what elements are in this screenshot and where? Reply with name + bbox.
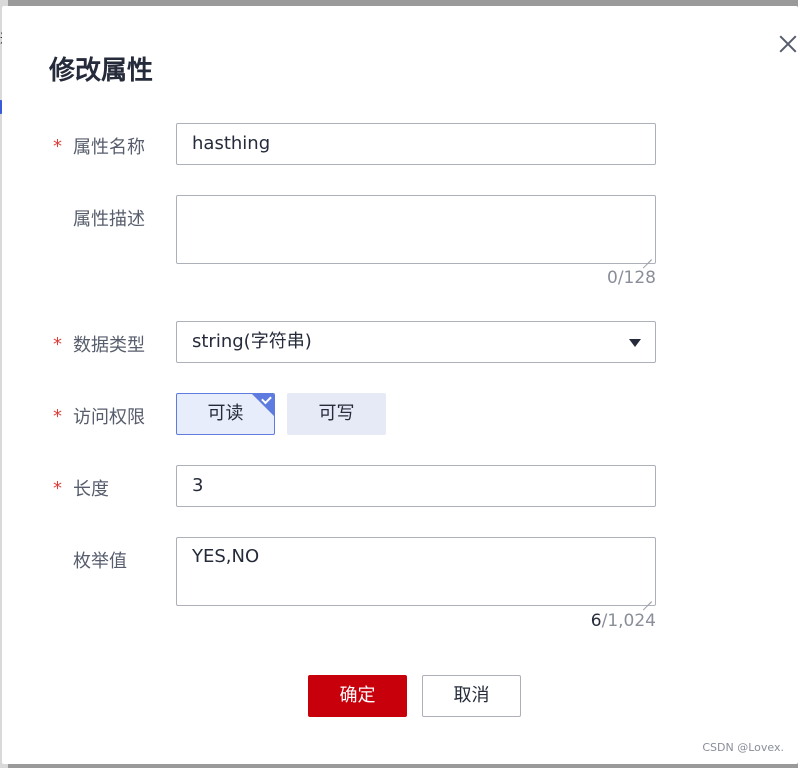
attribute-description-label: 属性描述: [73, 209, 145, 230]
resize-handle-icon[interactable]: [642, 250, 652, 260]
length-input[interactable]: 3: [176, 465, 656, 507]
confirm-button[interactable]: 确定: [308, 675, 407, 717]
access-option-read-label: 可读: [207, 403, 244, 424]
enum-counter-max: /1,024: [601, 611, 656, 631]
data-type-select[interactable]: string(字符串): [176, 321, 656, 363]
attribute-name-value: hasthing: [192, 133, 271, 154]
cancel-button[interactable]: 取消: [422, 675, 521, 717]
enum-values-label: 枚举值: [73, 551, 127, 572]
attribute-name-input[interactable]: hasthing: [176, 123, 656, 165]
edit-attribute-dialog: 修改属性 * 属性名称 hasthing 属性描述 0/128 * 数据类型 s…: [2, 6, 798, 764]
required-mark: *: [53, 334, 62, 355]
enum-counter-current: 6: [590, 611, 602, 631]
access-option-write[interactable]: 可写: [287, 393, 386, 435]
data-type-label: 数据类型: [73, 335, 145, 356]
close-icon[interactable]: [777, 33, 798, 55]
attribute-name-label: 属性名称: [73, 137, 145, 158]
dialog-title: 修改属性: [49, 56, 154, 86]
attribute-description-textarea[interactable]: [176, 195, 656, 264]
required-mark: *: [53, 406, 62, 427]
required-mark: *: [53, 136, 62, 157]
watermark: CSDN @Lovex.: [702, 741, 784, 754]
length-value: 3: [192, 475, 204, 496]
enum-char-counter: 6/1,024: [591, 611, 656, 631]
length-label: 长度: [73, 479, 109, 500]
required-mark: *: [53, 478, 62, 499]
data-type-value: string(字符串): [192, 331, 312, 352]
enum-values-textarea[interactable]: YES,NO: [176, 537, 656, 606]
enum-values-value: YES,NO: [192, 546, 260, 567]
resize-handle-icon[interactable]: [642, 592, 652, 602]
access-permission-label: 访问权限: [73, 407, 145, 428]
caret-down-icon: [629, 339, 641, 347]
access-option-read[interactable]: 可读: [176, 393, 275, 435]
description-char-counter: 0/128: [607, 268, 656, 288]
access-option-write-label: 可写: [318, 403, 355, 424]
